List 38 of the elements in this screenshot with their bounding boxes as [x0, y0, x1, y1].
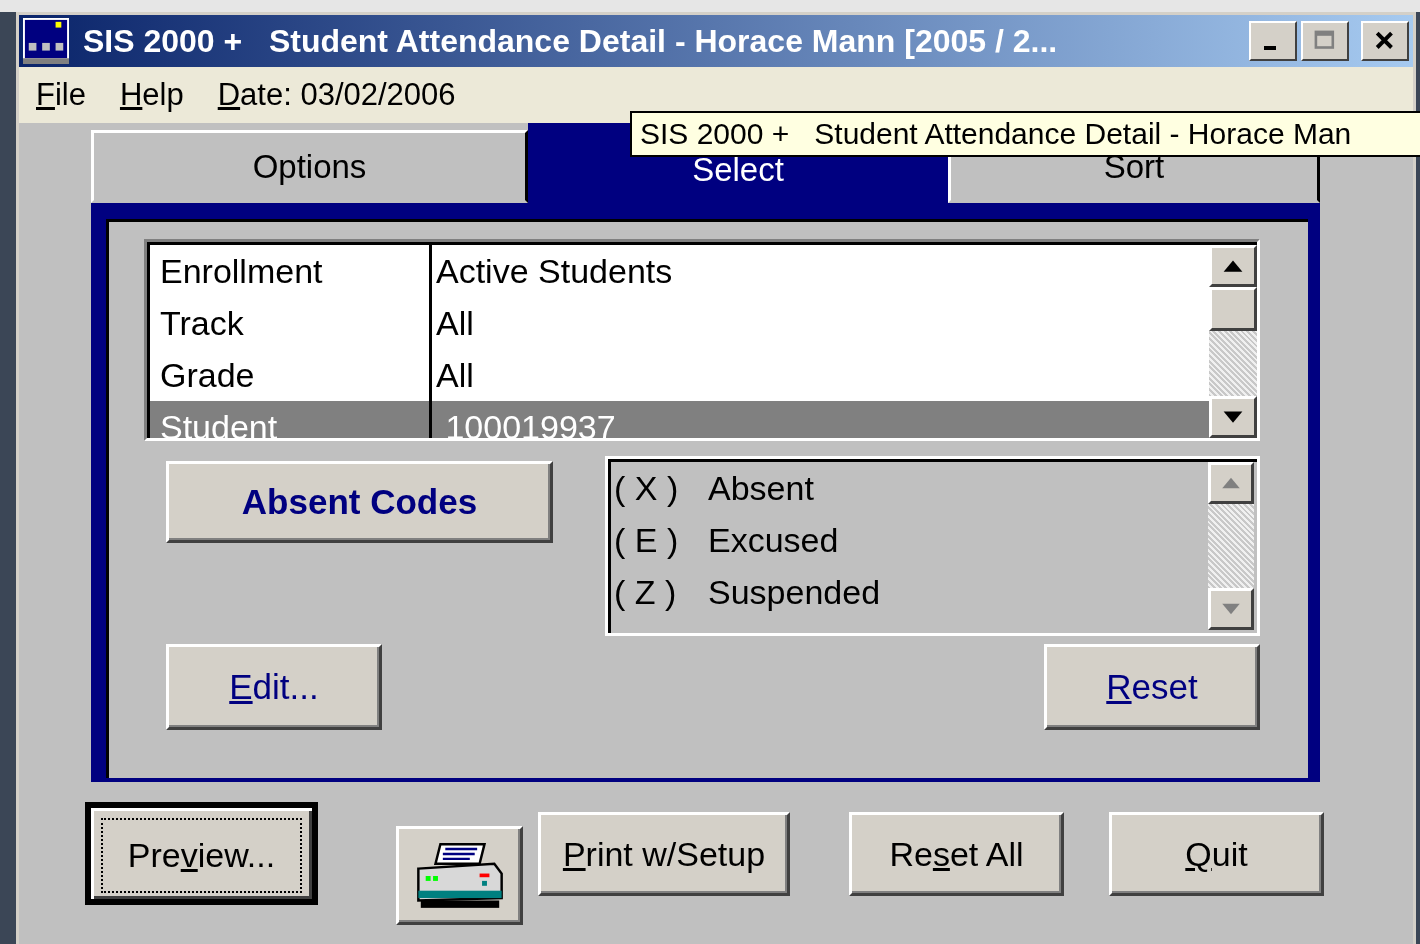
maximize-button[interactable] — [1301, 21, 1349, 61]
criteria-value: All — [435, 303, 474, 343]
absent-codes-button[interactable]: Absent Codes — [166, 461, 553, 543]
code-label: Excused — [708, 520, 839, 560]
menu-item[interactable]: File — [36, 77, 86, 113]
code-label: Suspended — [708, 572, 881, 612]
code-letter: ( E ) — [614, 520, 680, 560]
criteria-row[interactable]: Track All — [150, 297, 1209, 349]
tooltip: SIS 2000 + Student Attendance Detail - Horace Man — [630, 111, 1420, 157]
criteria-row[interactable]: Enrollment Active Students — [150, 245, 1209, 297]
minimize-button[interactable] — [1249, 21, 1297, 61]
reset-button[interactable]: Reset — [1044, 644, 1260, 730]
criteria-value: Active Students — [435, 251, 673, 291]
criteria-name: Track — [150, 297, 432, 349]
scroll-thumb[interactable] — [1209, 287, 1257, 331]
dialog-button[interactable]: Reset All — [849, 812, 1064, 896]
scrollbar[interactable] — [1208, 462, 1254, 630]
scroll-down-button[interactable] — [1208, 588, 1254, 630]
menu-item[interactable]: Help — [119, 77, 184, 113]
criteria-value: All — [435, 355, 474, 395]
dialog-button[interactable]: Print w/Setup — [538, 812, 790, 896]
scroll-down-button[interactable] — [1209, 396, 1257, 438]
close-button[interactable] — [1361, 21, 1409, 61]
print-button[interactable] — [396, 826, 523, 925]
minimize-icon — [1264, 46, 1276, 50]
scroll-up-button[interactable] — [1209, 245, 1257, 287]
code-label: Absent — [708, 468, 814, 508]
preview-button[interactable]: Preview... — [85, 802, 318, 905]
scrollbar[interactable] — [1209, 245, 1257, 438]
dialog-button[interactable]: Quit — [1109, 812, 1324, 896]
window-title: SIS 2000 + Student Attendance Detail - Horace Mann [2005 / 2... — [83, 22, 1059, 60]
criteria-name: Enrollment — [150, 245, 432, 297]
scroll-up-button[interactable] — [1208, 462, 1254, 504]
code-letter: ( Z ) — [614, 572, 678, 612]
edit-button[interactable]: Edit... — [166, 644, 382, 730]
date-label: Date: 03/02/2006 — [217, 77, 456, 113]
tab[interactable]: Options — [91, 130, 528, 203]
code-letter: ( X ) — [614, 468, 680, 508]
